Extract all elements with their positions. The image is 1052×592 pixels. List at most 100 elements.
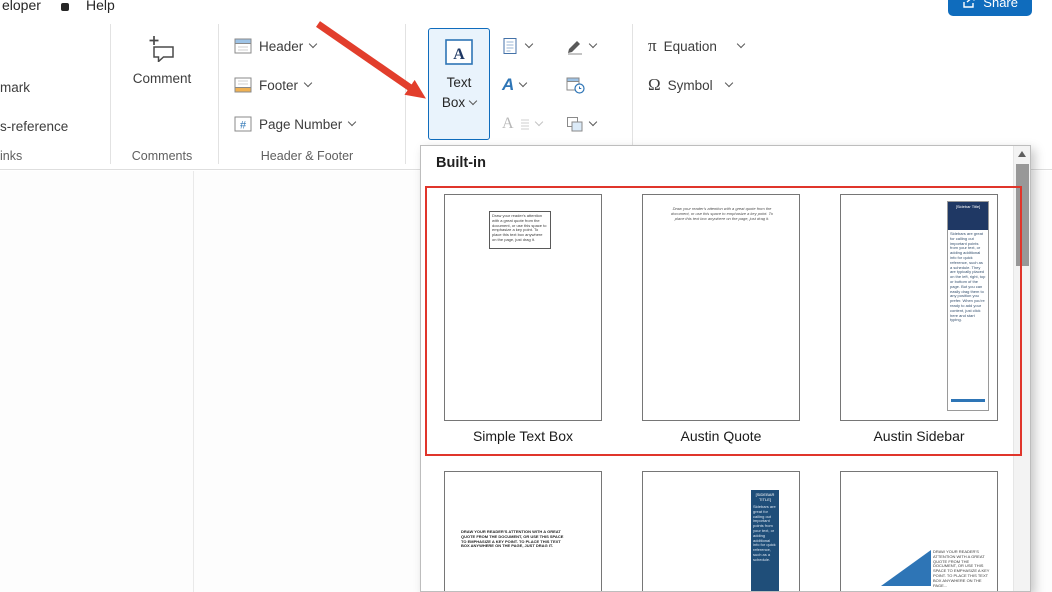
- symbol-icon: Ω: [648, 75, 661, 95]
- text-box-label-line2-text: Box: [442, 93, 465, 113]
- comment-button[interactable]: Comment: [126, 26, 198, 114]
- preview-text-block: DRAW YOUR READER'S ATTENTION WITH A GREA…: [933, 550, 991, 588]
- menu-developer-partial[interactable]: eloper: [2, 0, 41, 13]
- header-button[interactable]: Header: [234, 32, 316, 60]
- page-number-button[interactable]: # Page Number: [234, 110, 355, 138]
- page-number-button-label: Page Number: [259, 117, 342, 132]
- chevron-down-icon: [589, 118, 597, 126]
- austin-quote-preview: Draw your reader's attention with a grea…: [642, 194, 800, 421]
- drop-cap-icon: A: [502, 115, 514, 133]
- links-group-label: inks: [0, 149, 22, 163]
- svg-text:A: A: [453, 46, 465, 63]
- header-icon: [234, 38, 252, 54]
- chevron-down-icon: [348, 118, 356, 126]
- date-time-button[interactable]: [562, 69, 618, 101]
- equation-button[interactable]: π Equation: [648, 32, 744, 60]
- comments-group-label: Comments: [126, 149, 198, 163]
- wordart-button[interactable]: A: [498, 69, 554, 101]
- signature-line-button[interactable]: [562, 30, 618, 62]
- facet-quote-preview: DRAW YOUR READER'S ATTENTION WITH A GREA…: [840, 471, 998, 592]
- preview-sidebar-title: [Sidebar Title]: [948, 202, 988, 230]
- menu-bar: eloper Help Share: [0, 0, 1052, 16]
- group-separator: [632, 24, 633, 164]
- equation-button-label: Equation: [664, 39, 717, 54]
- footer-button[interactable]: Footer: [234, 71, 311, 99]
- austin-sidebar-preview: [Sidebar Title] Sidebars are great for c…: [840, 194, 998, 421]
- preview-text-block: DRAW YOUR READER'S ATTENTION WITH A GREA…: [461, 530, 567, 578]
- text-box-label-line2: Box: [442, 93, 476, 113]
- menu-help[interactable]: Help: [86, 0, 115, 13]
- share-button[interactable]: Share: [948, 0, 1032, 16]
- group-separator: [110, 24, 111, 164]
- gallery-item-austin-quote[interactable]: Draw your reader's attention with a grea…: [622, 190, 820, 444]
- word-app-window: eloper Help Share mark s-reference inks …: [0, 0, 1052, 592]
- share-icon: [962, 0, 976, 9]
- chevron-down-icon: [525, 40, 533, 48]
- quick-parts-icon: [502, 37, 520, 55]
- group-separator: [218, 24, 219, 164]
- text-box-icon: A: [444, 38, 474, 66]
- gallery-scrollbar[interactable]: [1013, 146, 1030, 591]
- banded-sidebar-preview: [SIDEBAR TITLE] Sidebars are great for c…: [642, 471, 800, 592]
- text-box-button[interactable]: A Text Box: [428, 28, 490, 140]
- gallery-item-label: Simple Text Box: [473, 428, 573, 444]
- chevron-down-icon: [724, 79, 732, 87]
- preview-sidebar: [Sidebar Title] Sidebars are great for c…: [947, 201, 989, 411]
- symbol-button-label: Symbol: [668, 78, 713, 93]
- preview-sidebar-title: [SIDEBAR TITLE]: [753, 492, 777, 502]
- preview-accent-bar: [951, 399, 985, 402]
- chevron-down-icon: [519, 79, 527, 87]
- text-box-label-line1: Text: [447, 73, 472, 93]
- preview-text-block: Draw your reader's attention with a grea…: [669, 207, 775, 243]
- chevron-down-icon: [589, 40, 597, 48]
- scroll-up-arrow-icon[interactable]: [1018, 151, 1026, 157]
- gallery-item-simple-text-box[interactable]: Draw your reader's attention with a grea…: [424, 190, 622, 444]
- footer-icon: [234, 77, 252, 93]
- gallery-row-1: Draw your reader's attention with a grea…: [424, 190, 1018, 444]
- gallery-item-facet-quote[interactable]: DRAW YOUR READER'S ATTENTION WITH A GREA…: [820, 467, 1018, 592]
- gallery-item-austin-sidebar[interactable]: [Sidebar Title] Sidebars are great for c…: [820, 190, 1018, 444]
- header-button-label: Header: [259, 39, 303, 54]
- cross-reference-button-partial[interactable]: s-reference: [0, 119, 68, 134]
- share-label: Share: [983, 0, 1018, 10]
- gallery-heading: Built-in: [436, 155, 486, 171]
- chevron-down-icon: [469, 97, 477, 105]
- group-separator: [405, 24, 406, 164]
- comment-button-label: Comment: [133, 71, 192, 86]
- menu-separator-icon: [61, 3, 69, 11]
- gallery-row-2: DRAW YOUR READER'S ATTENTION WITH A GREA…: [424, 467, 1018, 592]
- footer-button-label: Footer: [259, 78, 298, 93]
- scrollbar-thumb[interactable]: [1016, 164, 1029, 266]
- svg-text:#: #: [240, 120, 247, 132]
- preview-sidebar-body: Sidebars are great for calling out impor…: [948, 230, 988, 388]
- chevron-down-icon: [304, 79, 312, 87]
- chevron-down-icon: [309, 40, 317, 48]
- date-time-icon: [566, 76, 585, 94]
- signature-pen-icon: [566, 37, 584, 55]
- new-comment-icon: [147, 34, 177, 62]
- preview-sidebar: [SIDEBAR TITLE] Sidebars are great for c…: [751, 490, 779, 592]
- drop-cap-button[interactable]: A: [498, 108, 554, 140]
- gallery-item-banded-quote[interactable]: DRAW YOUR READER'S ATTENTION WITH A GREA…: [424, 467, 622, 592]
- drop-cap-lines-icon: [520, 118, 530, 130]
- text-box-gallery-dropdown: Built-in Draw your reader's attention wi…: [420, 145, 1031, 592]
- object-button[interactable]: [562, 108, 618, 140]
- preview-triangle-accent: [881, 550, 931, 586]
- bookmark-button-partial[interactable]: mark: [0, 80, 30, 95]
- gallery-item-label: Austin Sidebar: [873, 428, 964, 444]
- quick-parts-button[interactable]: [498, 30, 554, 62]
- banded-quote-preview: DRAW YOUR READER'S ATTENTION WITH A GREA…: [444, 471, 602, 592]
- gallery-item-banded-sidebar[interactable]: [SIDEBAR TITLE] Sidebars are great for c…: [622, 467, 820, 592]
- preview-sidebar-body: Sidebars are great for calling out impor…: [753, 505, 777, 563]
- document-edge-line: [193, 171, 194, 592]
- wordart-icon: A: [502, 75, 514, 95]
- header-footer-group-label: Header & Footer: [232, 149, 382, 163]
- preview-text-block: Draw your reader's attention with a grea…: [489, 211, 551, 249]
- equation-icon: π: [648, 36, 657, 56]
- chevron-down-icon: [737, 40, 745, 48]
- chevron-down-icon: [534, 118, 542, 126]
- gallery-item-label: Austin Quote: [681, 428, 762, 444]
- page-number-icon: #: [234, 116, 252, 132]
- object-icon: [566, 116, 584, 133]
- symbol-button[interactable]: Ω Symbol: [648, 71, 732, 99]
